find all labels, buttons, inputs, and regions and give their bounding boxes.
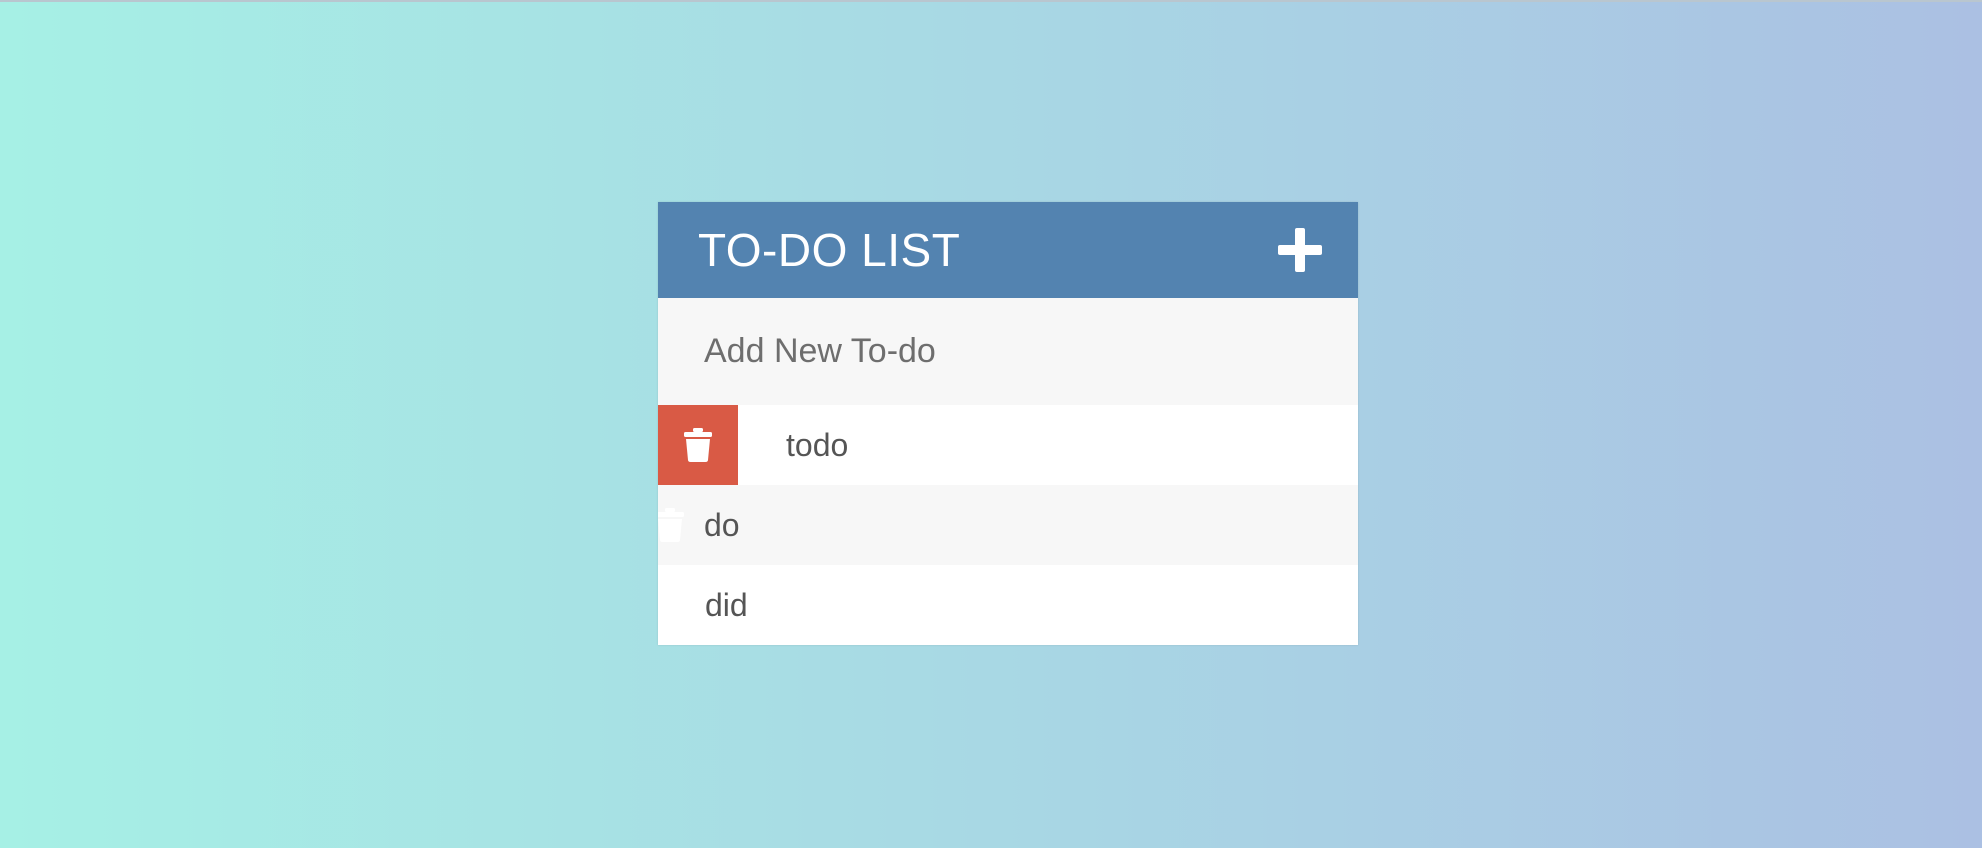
window-top-border <box>0 0 1982 2</box>
todo-item[interactable]: did <box>658 565 1358 645</box>
todo-item[interactable]: todo <box>658 405 1358 485</box>
delete-button[interactable] <box>658 485 684 565</box>
delete-button[interactable] <box>658 405 738 485</box>
new-todo-input[interactable] <box>704 332 1304 371</box>
plus-icon-vertical-bar <box>1295 228 1305 272</box>
todo-text: did <box>705 586 748 623</box>
todo-text: do <box>704 506 740 543</box>
trash-icon <box>684 428 712 462</box>
card-header: TO-DO LIST <box>658 202 1358 298</box>
todo-list: todo do did <box>658 405 1358 645</box>
todo-item[interactable]: do <box>658 485 1358 565</box>
new-todo-row <box>658 298 1358 405</box>
todo-card: TO-DO LIST todo <box>658 202 1358 645</box>
plus-icon[interactable] <box>1278 228 1322 272</box>
page-title: TO-DO LIST <box>698 224 961 276</box>
todo-text: todo <box>786 426 849 463</box>
trash-icon <box>658 508 684 542</box>
